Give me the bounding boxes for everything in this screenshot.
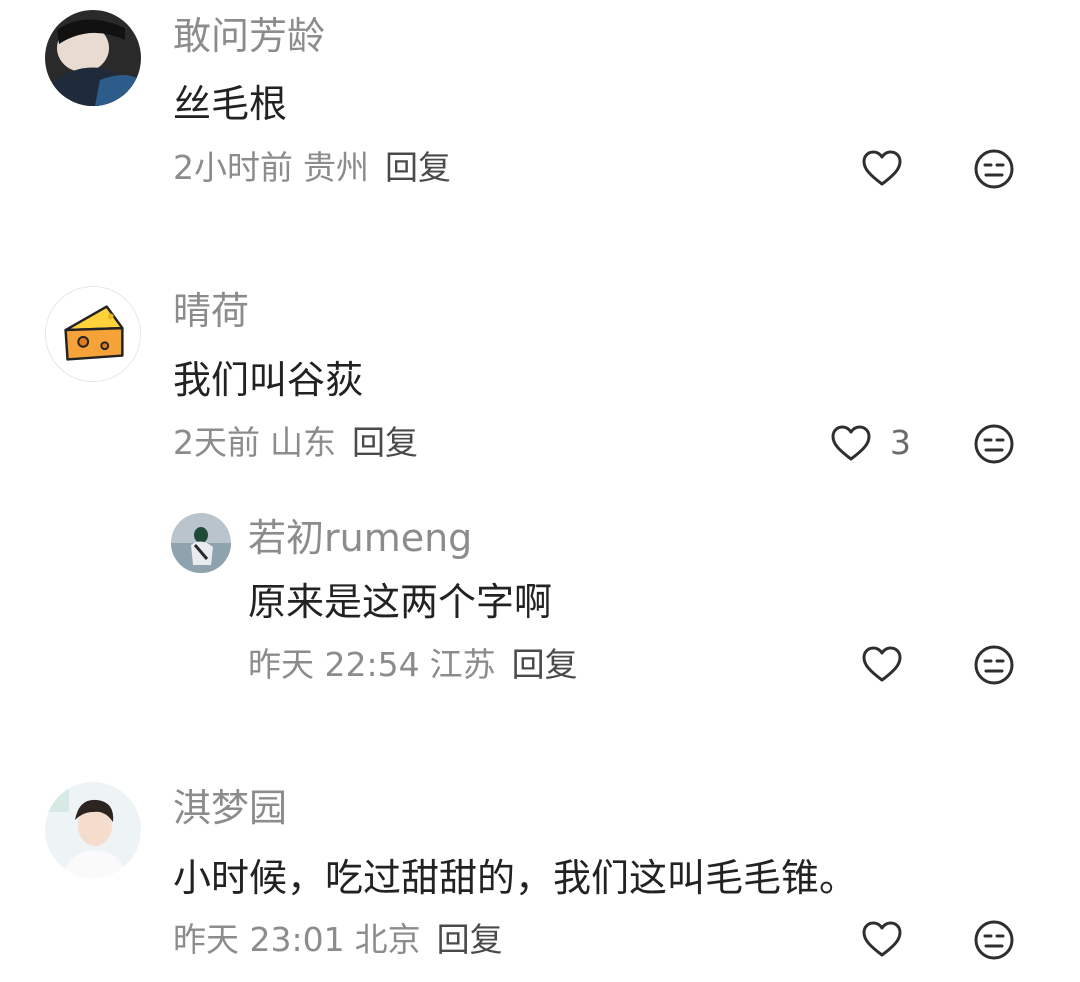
dislike-button[interactable]	[972, 422, 1016, 466]
dislike-button[interactable]	[972, 918, 1016, 962]
like-button[interactable]	[829, 422, 873, 466]
username[interactable]: 淇梦园	[173, 786, 287, 830]
heart-outline-icon	[862, 921, 902, 957]
neutral-face-icon	[974, 149, 1014, 189]
heart-outline-icon	[862, 150, 902, 186]
heart-outline-icon	[862, 646, 902, 682]
reply-button[interactable]: 回复	[385, 148, 451, 187]
reply-button[interactable]: 回复	[352, 423, 418, 462]
like-count: 3	[890, 423, 911, 462]
timestamp: 昨天 23:01	[173, 920, 345, 959]
avatar[interactable]	[45, 782, 141, 878]
comment-text: 丝毛根	[173, 82, 288, 126]
comment-meta: 昨天 22:54 江苏 回复	[248, 645, 588, 685]
like-button[interactable]	[860, 643, 904, 687]
reply-button[interactable]: 回复	[437, 920, 503, 959]
neutral-face-icon	[974, 645, 1014, 685]
location: 贵州	[303, 148, 369, 187]
like-button[interactable]	[860, 918, 904, 962]
neutral-face-icon	[974, 424, 1014, 464]
location: 山东	[270, 423, 336, 462]
username[interactable]: 敢问芳龄	[173, 14, 325, 58]
reply-button[interactable]: 回复	[512, 645, 578, 684]
location: 江苏	[429, 645, 496, 684]
comment-meta: 昨天 23:01 北京 回复	[173, 920, 513, 960]
avatar[interactable]	[45, 286, 141, 382]
comment-text: 我们叫谷荻	[173, 358, 364, 402]
timestamp: 2小时前	[173, 148, 293, 187]
like-button[interactable]	[860, 147, 904, 191]
avatar[interactable]	[171, 513, 231, 573]
comment-text: 小时候，吃过甜甜的，我们这叫毛毛锥。	[173, 856, 858, 900]
timestamp: 2天前	[173, 423, 260, 462]
dislike-button[interactable]	[972, 147, 1016, 191]
heart-outline-icon	[831, 425, 871, 461]
dislike-button[interactable]	[972, 643, 1016, 687]
comment-meta: 2小时前 贵州 回复	[173, 148, 461, 188]
location: 北京	[354, 920, 421, 959]
neutral-face-icon	[974, 920, 1014, 960]
comment-text: 原来是这两个字啊	[248, 580, 553, 624]
comment-meta: 2天前 山东 回复	[173, 423, 428, 463]
username[interactable]: 晴荷	[173, 289, 249, 333]
timestamp: 昨天 22:54	[248, 645, 420, 684]
username[interactable]: 若初rumeng	[248, 516, 472, 560]
avatar[interactable]	[45, 10, 141, 106]
